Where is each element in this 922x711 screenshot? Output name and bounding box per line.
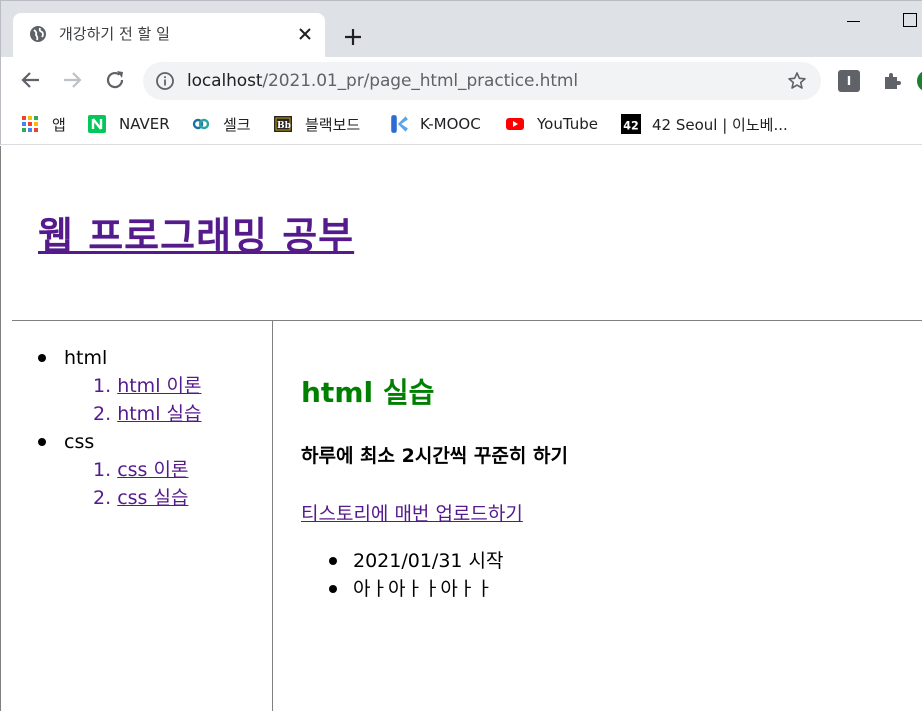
bookmark-label: 42 Seoul | 이노베...	[652, 115, 788, 134]
notes-list: 2021/01/31 시작 아ㅏ아ㅏㅏ아ㅏㅏ	[329, 547, 504, 603]
minimize-window-icon[interactable]	[847, 13, 861, 27]
list-item-text: 아ㅏ아ㅏㅏ아ㅏㅏ	[353, 578, 493, 600]
browser-toolbar: localhost/2021.01_pr/page_html_practice.…	[0, 57, 922, 105]
bookmark-kmooc[interactable]: K-MOOC	[389, 112, 481, 136]
browser-tab[interactable]: 개강하기 전 할 일	[13, 13, 325, 58]
sidebar-link[interactable]: html 실습	[117, 403, 201, 425]
bookmark-youtube[interactable]: YouTube	[506, 112, 598, 136]
item-number: 2.	[93, 403, 112, 425]
puzzle-extensions-icon[interactable]	[881, 70, 903, 92]
close-icon[interactable]	[296, 25, 314, 43]
section-subheading: 하루에 최소 2시간씩 꾸준히 하기	[301, 445, 568, 467]
vertical-divider	[272, 321, 273, 711]
url-text: localhost/2021.01_pr/page_html_practice.…	[187, 70, 578, 92]
url-path: /2021.01_pr/page_html_practice.html	[262, 71, 579, 91]
bookmark-apps[interactable]: 앱	[21, 112, 66, 136]
apps-grid-icon	[22, 116, 38, 132]
42-seoul-icon: 42	[621, 114, 641, 134]
bookmark-blackboard[interactable]: Bb 블랙보드	[274, 112, 360, 136]
blackboard-icon: Bb	[274, 116, 292, 132]
bookmark-star-icon[interactable]	[787, 71, 807, 91]
bookmark-label: K-MOOC	[420, 115, 481, 133]
bookmark-label: 셀크	[223, 115, 251, 134]
sidebar-link[interactable]: css 이론	[117, 459, 188, 481]
url-host: localhost	[187, 71, 263, 91]
bookmarks-bar: 앱 NAVER 셀크 Bb 블랙보드 K-MOOC YouTube 42 42 …	[0, 105, 922, 145]
item-number: 1.	[93, 459, 112, 481]
bookmark-label: 앱	[52, 115, 66, 134]
sidebar-item-html-theory: 1. html 이론	[93, 372, 201, 400]
section-heading: html 실습	[301, 376, 435, 409]
sidebar-section-css: css 1. css 이론 2. css 실습	[38, 428, 201, 512]
sidebar-link[interactable]: html 이론	[117, 375, 201, 397]
sidebar-link[interactable]: css 실습	[117, 487, 188, 509]
bullet	[38, 438, 46, 446]
svg-text:42: 42	[623, 120, 638, 133]
bullet	[38, 354, 46, 362]
kmooc-icon	[391, 115, 408, 133]
tistory-upload-link[interactable]: 티스토리에 매번 업로드하기	[301, 501, 523, 527]
address-bar[interactable]: localhost/2021.01_pr/page_html_practice.…	[143, 62, 821, 100]
tab-title: 개강하기 전 할 일	[59, 25, 170, 43]
bookmark-selc[interactable]: 셀크	[192, 112, 251, 136]
bullet	[329, 557, 337, 565]
bullet	[329, 585, 337, 593]
bookmark-label: 블랙보드	[305, 115, 361, 134]
selc-icon	[192, 118, 210, 130]
section-label: html	[64, 347, 108, 369]
sidebar-sublist: 1. html 이론 2. html 실습	[93, 372, 201, 428]
forward-arrow-icon[interactable]	[60, 68, 84, 92]
bookmark-label: YouTube	[537, 115, 598, 133]
sidebar-item-css-practice: 2. css 실습	[93, 484, 201, 512]
horizontal-divider	[12, 320, 922, 321]
sidebar-list: html 1. html 이론 2. html 실습 css 1. css 이론…	[38, 344, 201, 512]
page-viewport: 웹 프로그래밍 공부 html 1. html 이론 2. html 실습 cs…	[0, 146, 922, 711]
svg-text:Bb: Bb	[277, 121, 291, 131]
tab-strip: 개강하기 전 할 일	[0, 0, 922, 58]
section-label: css	[64, 431, 95, 453]
list-item: 아ㅏ아ㅏㅏ아ㅏㅏ	[329, 575, 504, 603]
sidebar-sublist: 1. css 이론 2. css 실습	[93, 456, 201, 512]
sidebar-item-html-practice: 2. html 실습	[93, 400, 201, 428]
list-item-text: 2021/01/31 시작	[353, 550, 504, 572]
item-number: 2.	[93, 487, 112, 509]
maximize-window-icon[interactable]	[903, 13, 917, 27]
new-tab-icon[interactable]	[342, 26, 364, 48]
page-title-link[interactable]: 웹 프로그래밍 공부	[38, 212, 354, 260]
naver-icon	[88, 115, 106, 133]
bookmark-label: NAVER	[119, 115, 170, 133]
extension-icon[interactable]: I	[838, 70, 860, 92]
bookmark-naver[interactable]: NAVER	[88, 112, 170, 136]
globe-icon	[30, 26, 46, 42]
list-item: 2021/01/31 시작	[329, 547, 504, 575]
profile-avatar[interactable]	[917, 70, 922, 92]
reload-icon[interactable]	[103, 68, 127, 92]
sidebar-item-css-theory: 1. css 이론	[93, 456, 201, 484]
bookmark-42-seoul[interactable]: 42 42 Seoul | 이노베...	[621, 112, 788, 136]
youtube-icon	[506, 118, 524, 130]
item-number: 1.	[93, 375, 112, 397]
info-icon[interactable]	[155, 71, 175, 91]
sidebar-section-html: html 1. html 이론 2. html 실습	[38, 344, 201, 428]
back-arrow-icon[interactable]	[19, 68, 43, 92]
